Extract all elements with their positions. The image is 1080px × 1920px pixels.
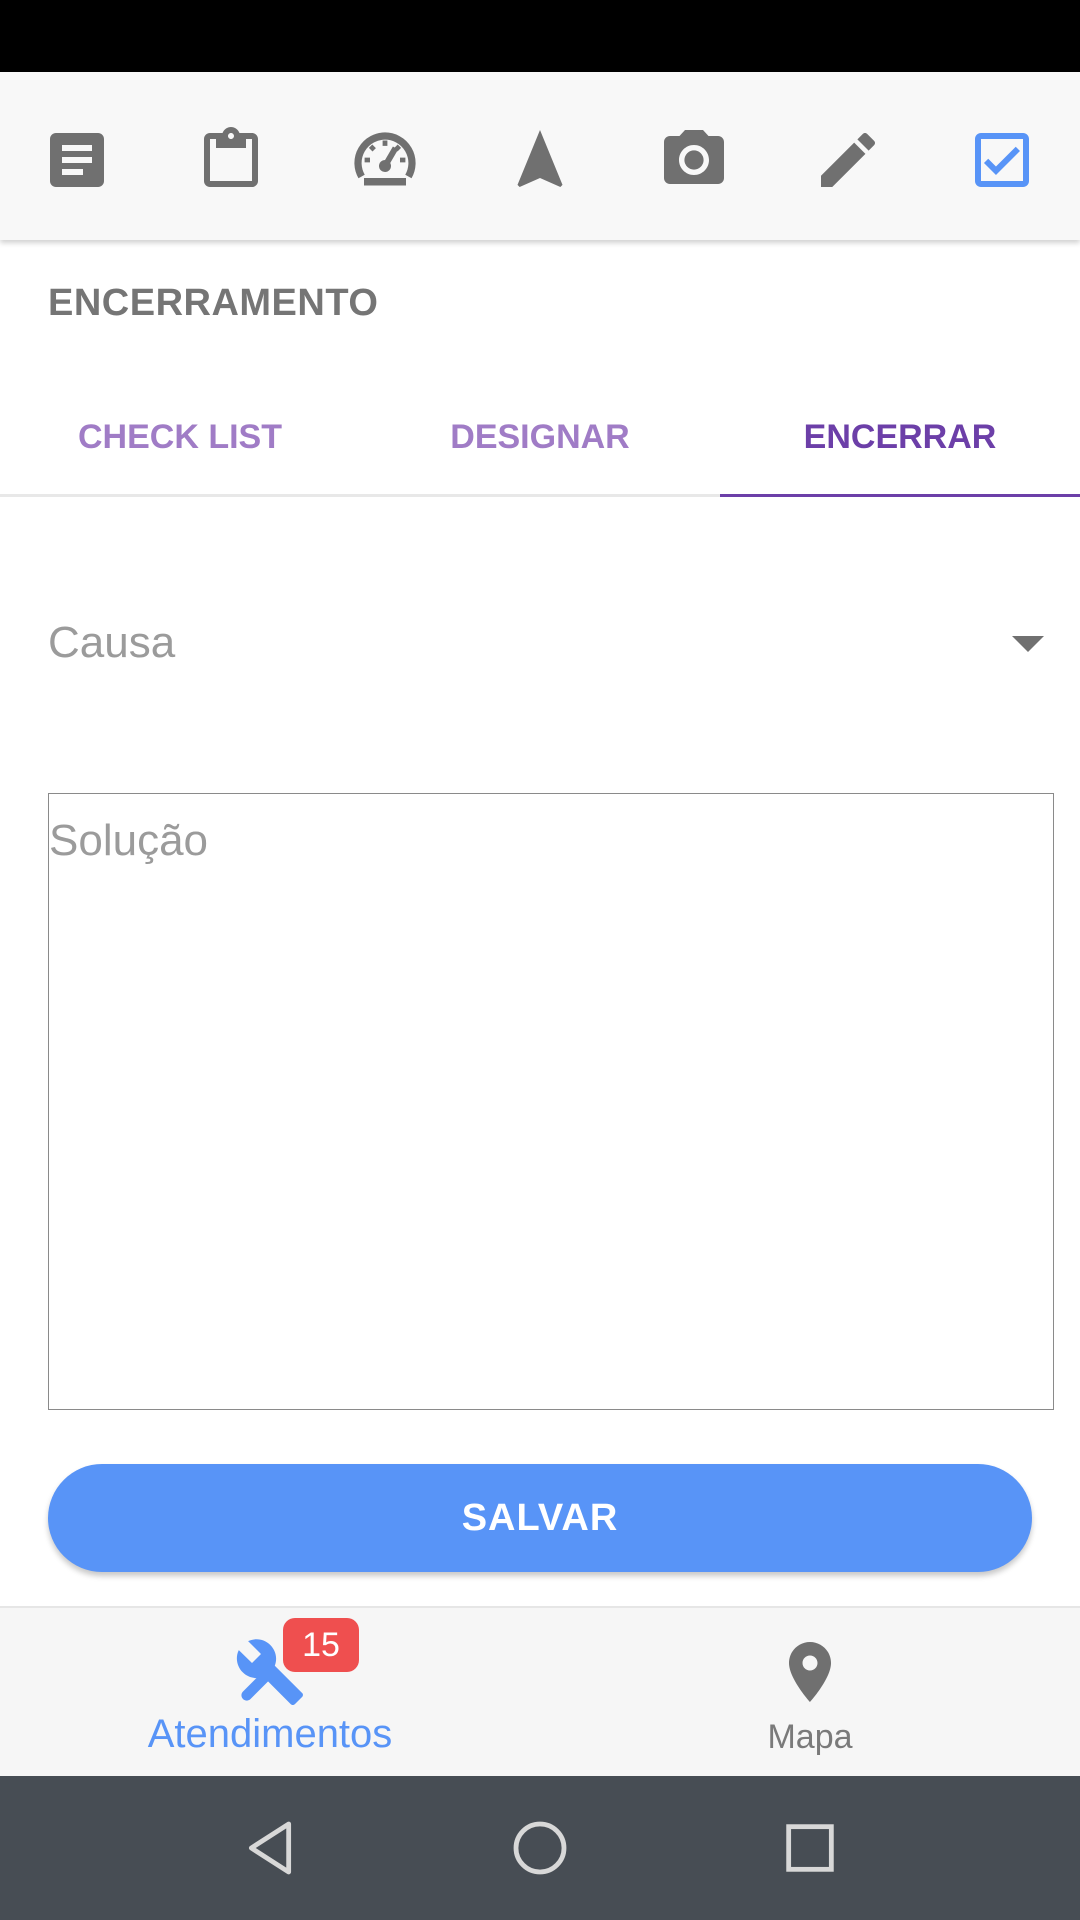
- map-pin-icon: [789, 1642, 831, 1702]
- clipboard-icon[interactable]: [191, 120, 271, 200]
- camera-icon[interactable]: [654, 120, 734, 200]
- nav-label-mapa: Mapa: [767, 1718, 853, 1756]
- nav-label-atendimentos: Atendimentos: [147, 1712, 393, 1756]
- bottom-nav: 15 Atendimentos Mapa: [0, 1606, 1080, 1778]
- tab-indicator: [720, 494, 1080, 497]
- notification-badge: 15: [283, 1618, 359, 1672]
- checkbox-checked-icon[interactable]: [962, 120, 1042, 200]
- cause-select[interactable]: Causa: [48, 600, 1044, 690]
- save-button[interactable]: SALVAR: [48, 1464, 1032, 1572]
- nav-item-mapa[interactable]: Mapa: [540, 1608, 1080, 1778]
- tab-encerrar[interactable]: ENCERRAR: [720, 380, 1080, 494]
- recents-icon[interactable]: [778, 1816, 842, 1880]
- document-icon[interactable]: [37, 120, 117, 200]
- pencil-icon[interactable]: [808, 120, 888, 200]
- tab-designar[interactable]: DESIGNAR: [360, 380, 720, 494]
- navigation-arrow-icon[interactable]: [500, 120, 580, 200]
- tab-check-list[interactable]: CHECK LIST: [0, 380, 360, 494]
- chevron-down-icon: [1012, 636, 1044, 652]
- nav-item-atendimentos[interactable]: 15 Atendimentos: [0, 1608, 540, 1778]
- speedometer-icon[interactable]: [345, 120, 425, 200]
- tab-bar: CHECK LIST DESIGNAR ENCERRAR: [0, 380, 1080, 497]
- toolbar: [0, 72, 1080, 240]
- home-icon[interactable]: [508, 1816, 572, 1880]
- solution-textarea[interactable]: [48, 793, 1054, 1410]
- section-title: ENCERRAMENTO: [48, 282, 379, 324]
- cause-select-label: Causa: [48, 618, 176, 667]
- back-icon[interactable]: [238, 1816, 302, 1880]
- status-bar: [0, 0, 1080, 72]
- system-nav-bar: [0, 1776, 1080, 1920]
